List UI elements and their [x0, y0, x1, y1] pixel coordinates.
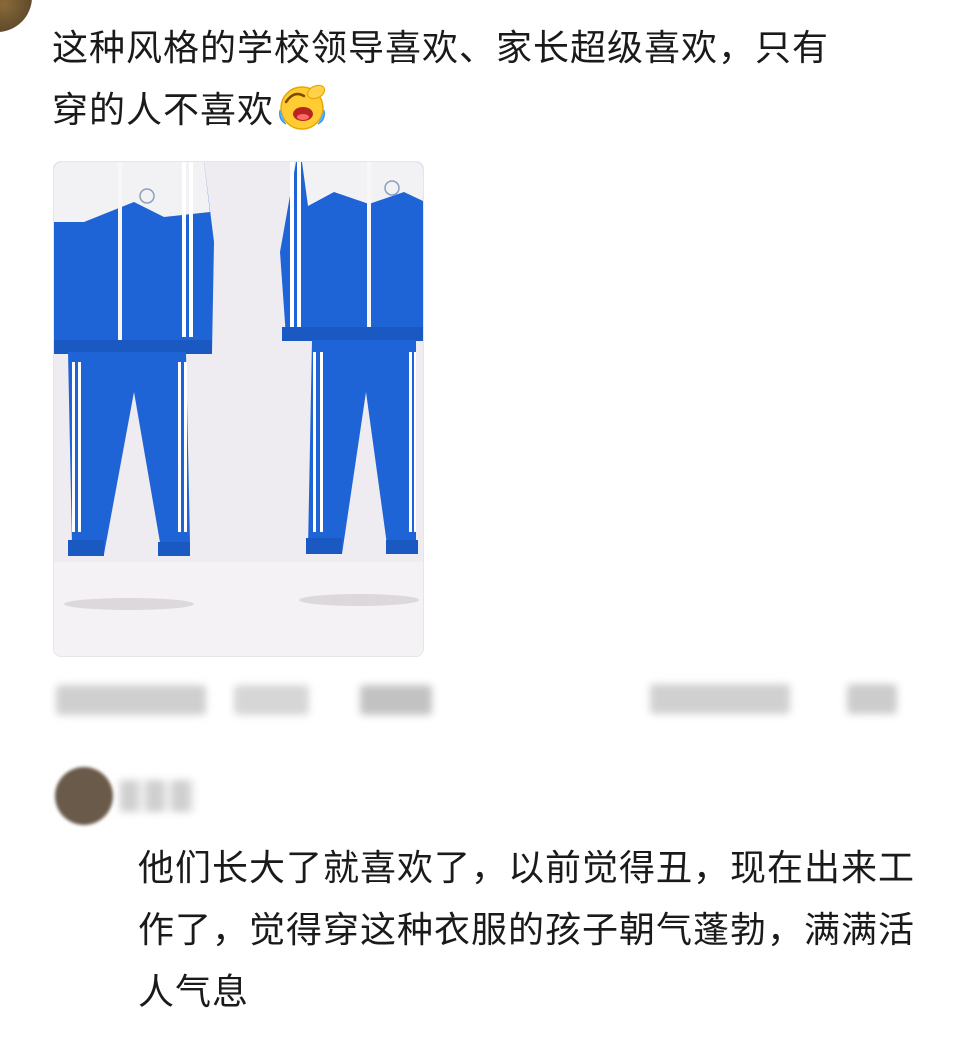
right-jacket	[280, 162, 423, 341]
tracksuit-image	[54, 162, 423, 656]
timestamp-blurred	[56, 685, 206, 715]
post-body: 这种风格的学校领导喜欢、家长超级喜欢，只有穿的人不喜欢	[52, 18, 852, 142]
location-blurred	[234, 685, 309, 715]
more-button-blurred[interactable]	[847, 684, 897, 714]
comment-body: 他们长大了就喜欢了，以前觉得丑，现在出来工作了，觉得穿这种衣服的孩子朝气蓬勃，满…	[138, 848, 916, 1013]
like-button-blurred[interactable]	[650, 684, 790, 714]
post-text: 这种风格的学校领导喜欢、家长超级喜欢，只有穿的人不喜欢	[52, 28, 830, 131]
laughing-crying-emoji-icon	[279, 84, 326, 130]
reply-button-blurred[interactable]	[360, 685, 432, 715]
left-jacket	[54, 162, 214, 354]
commenter-avatar[interactable]	[55, 767, 113, 825]
commenter-name-blurred[interactable]	[120, 780, 195, 812]
poster-avatar[interactable]	[0, 0, 32, 32]
post-photo[interactable]	[53, 161, 424, 657]
post-meta-bar	[52, 680, 912, 720]
